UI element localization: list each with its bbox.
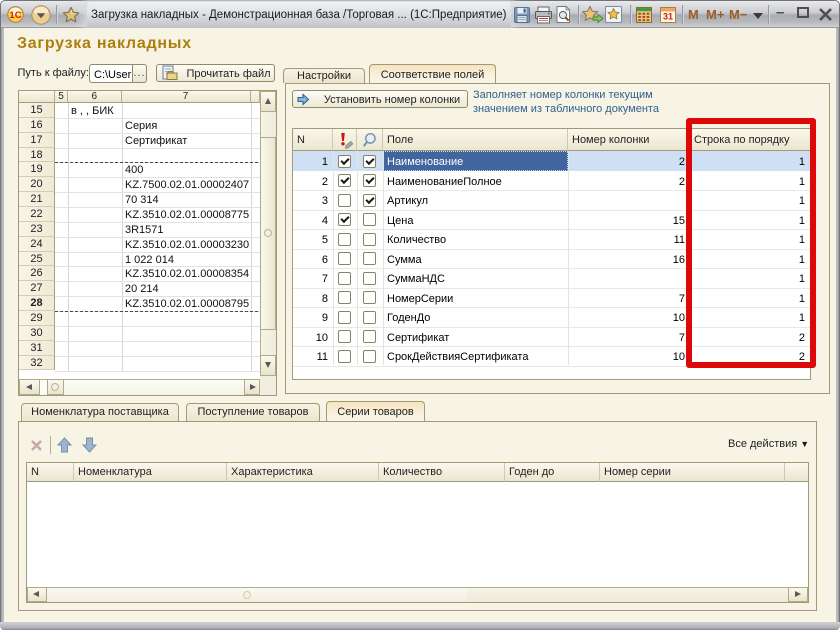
svg-text:31: 31 (663, 12, 673, 22)
svg-text:1С: 1С (9, 10, 21, 21)
